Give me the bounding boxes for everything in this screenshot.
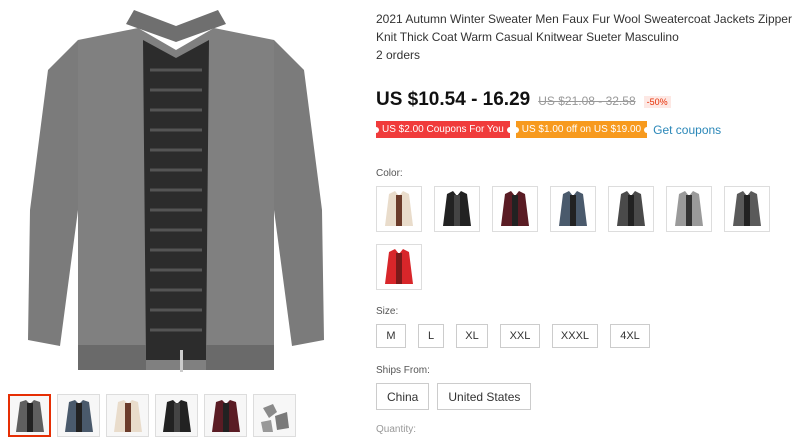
thumbnail-3[interactable]: [106, 394, 149, 437]
ships-from-united-states[interactable]: United States: [437, 383, 532, 410]
jacket-thumbnail-icon: [211, 399, 240, 432]
jacket-swatch-icon: [617, 191, 645, 226]
size-option-xxxl[interactable]: XXXL: [552, 324, 598, 348]
select-coupon[interactable]: US $1.00 off on US $19.00: [512, 121, 651, 138]
main-product-image: [8, 10, 344, 380]
jacket-thumbnail-icon: [260, 403, 289, 432]
jacket-swatch-icon: [385, 191, 413, 226]
discount-badge: -50%: [643, 96, 671, 108]
size-option-m[interactable]: M: [376, 324, 406, 348]
thumbnail-strip: [8, 394, 296, 437]
original-price: US $21.08 - 32.58: [538, 94, 636, 108]
thumbnail-1[interactable]: [8, 394, 51, 437]
color-option-light-gray[interactable]: [666, 186, 712, 232]
color-option-dark-gray[interactable]: [608, 186, 654, 232]
size-option-l[interactable]: L: [418, 324, 444, 348]
coupon-row: US $2.00 Coupons For You US $1.00 off on…: [376, 121, 721, 138]
jacket-swatch-icon: [385, 249, 413, 284]
product-info: 2021 Autumn Winter Sweater Men Faux Fur …: [376, 0, 800, 448]
product-title: 2021 Autumn Winter Sweater Men Faux Fur …: [376, 12, 792, 44]
ships-from-options: China United States: [376, 383, 532, 410]
size-option-4xl[interactable]: 4XL: [610, 324, 650, 348]
price-row: US $10.54 - 16.29 US $21.08 - 32.58 -50%: [376, 89, 671, 111]
store-coupon[interactable]: US $2.00 Coupons For You: [376, 121, 513, 138]
size-option-xl[interactable]: XL: [456, 324, 488, 348]
ships-from-label: Ships From:: [376, 365, 430, 376]
jacket-swatch-icon: [559, 191, 587, 226]
color-option-black[interactable]: [434, 186, 480, 232]
size-option-xxl[interactable]: XXL: [500, 324, 540, 348]
size-options: M L XL XXL XXXL 4XL: [376, 324, 650, 348]
jacket-thumbnail-icon: [15, 399, 44, 432]
jacket-thumbnail-icon: [162, 399, 191, 432]
get-coupons-link[interactable]: Get coupons: [653, 123, 721, 137]
jacket-swatch-icon: [501, 191, 529, 226]
thumbnail-5[interactable]: [204, 394, 247, 437]
jacket-thumbnail-icon: [64, 399, 93, 432]
product-gallery: [0, 0, 352, 448]
thumbnail-6[interactable]: [253, 394, 296, 437]
orders-count: 2 orders: [376, 48, 421, 62]
jacket-swatch-icon: [443, 191, 471, 226]
quantity-label: Quantity:: [376, 424, 417, 435]
color-option-wine-red[interactable]: [492, 186, 538, 232]
size-label: Size:: [376, 306, 399, 317]
color-option-charcoal[interactable]: [724, 186, 770, 232]
color-label: Color:: [376, 168, 403, 179]
color-option-blue-gray[interactable]: [550, 186, 596, 232]
jacket-swatch-icon: [733, 191, 761, 226]
color-option-beige[interactable]: [376, 186, 422, 232]
jacket-swatch-icon: [675, 191, 703, 226]
jacket-thumbnail-icon: [113, 399, 142, 432]
ships-from-china[interactable]: China: [376, 383, 430, 410]
current-price: US $10.54 - 16.29: [376, 89, 531, 110]
thumbnail-2[interactable]: [57, 394, 100, 437]
color-option-red[interactable]: [376, 244, 422, 290]
thumbnail-4[interactable]: [155, 394, 198, 437]
